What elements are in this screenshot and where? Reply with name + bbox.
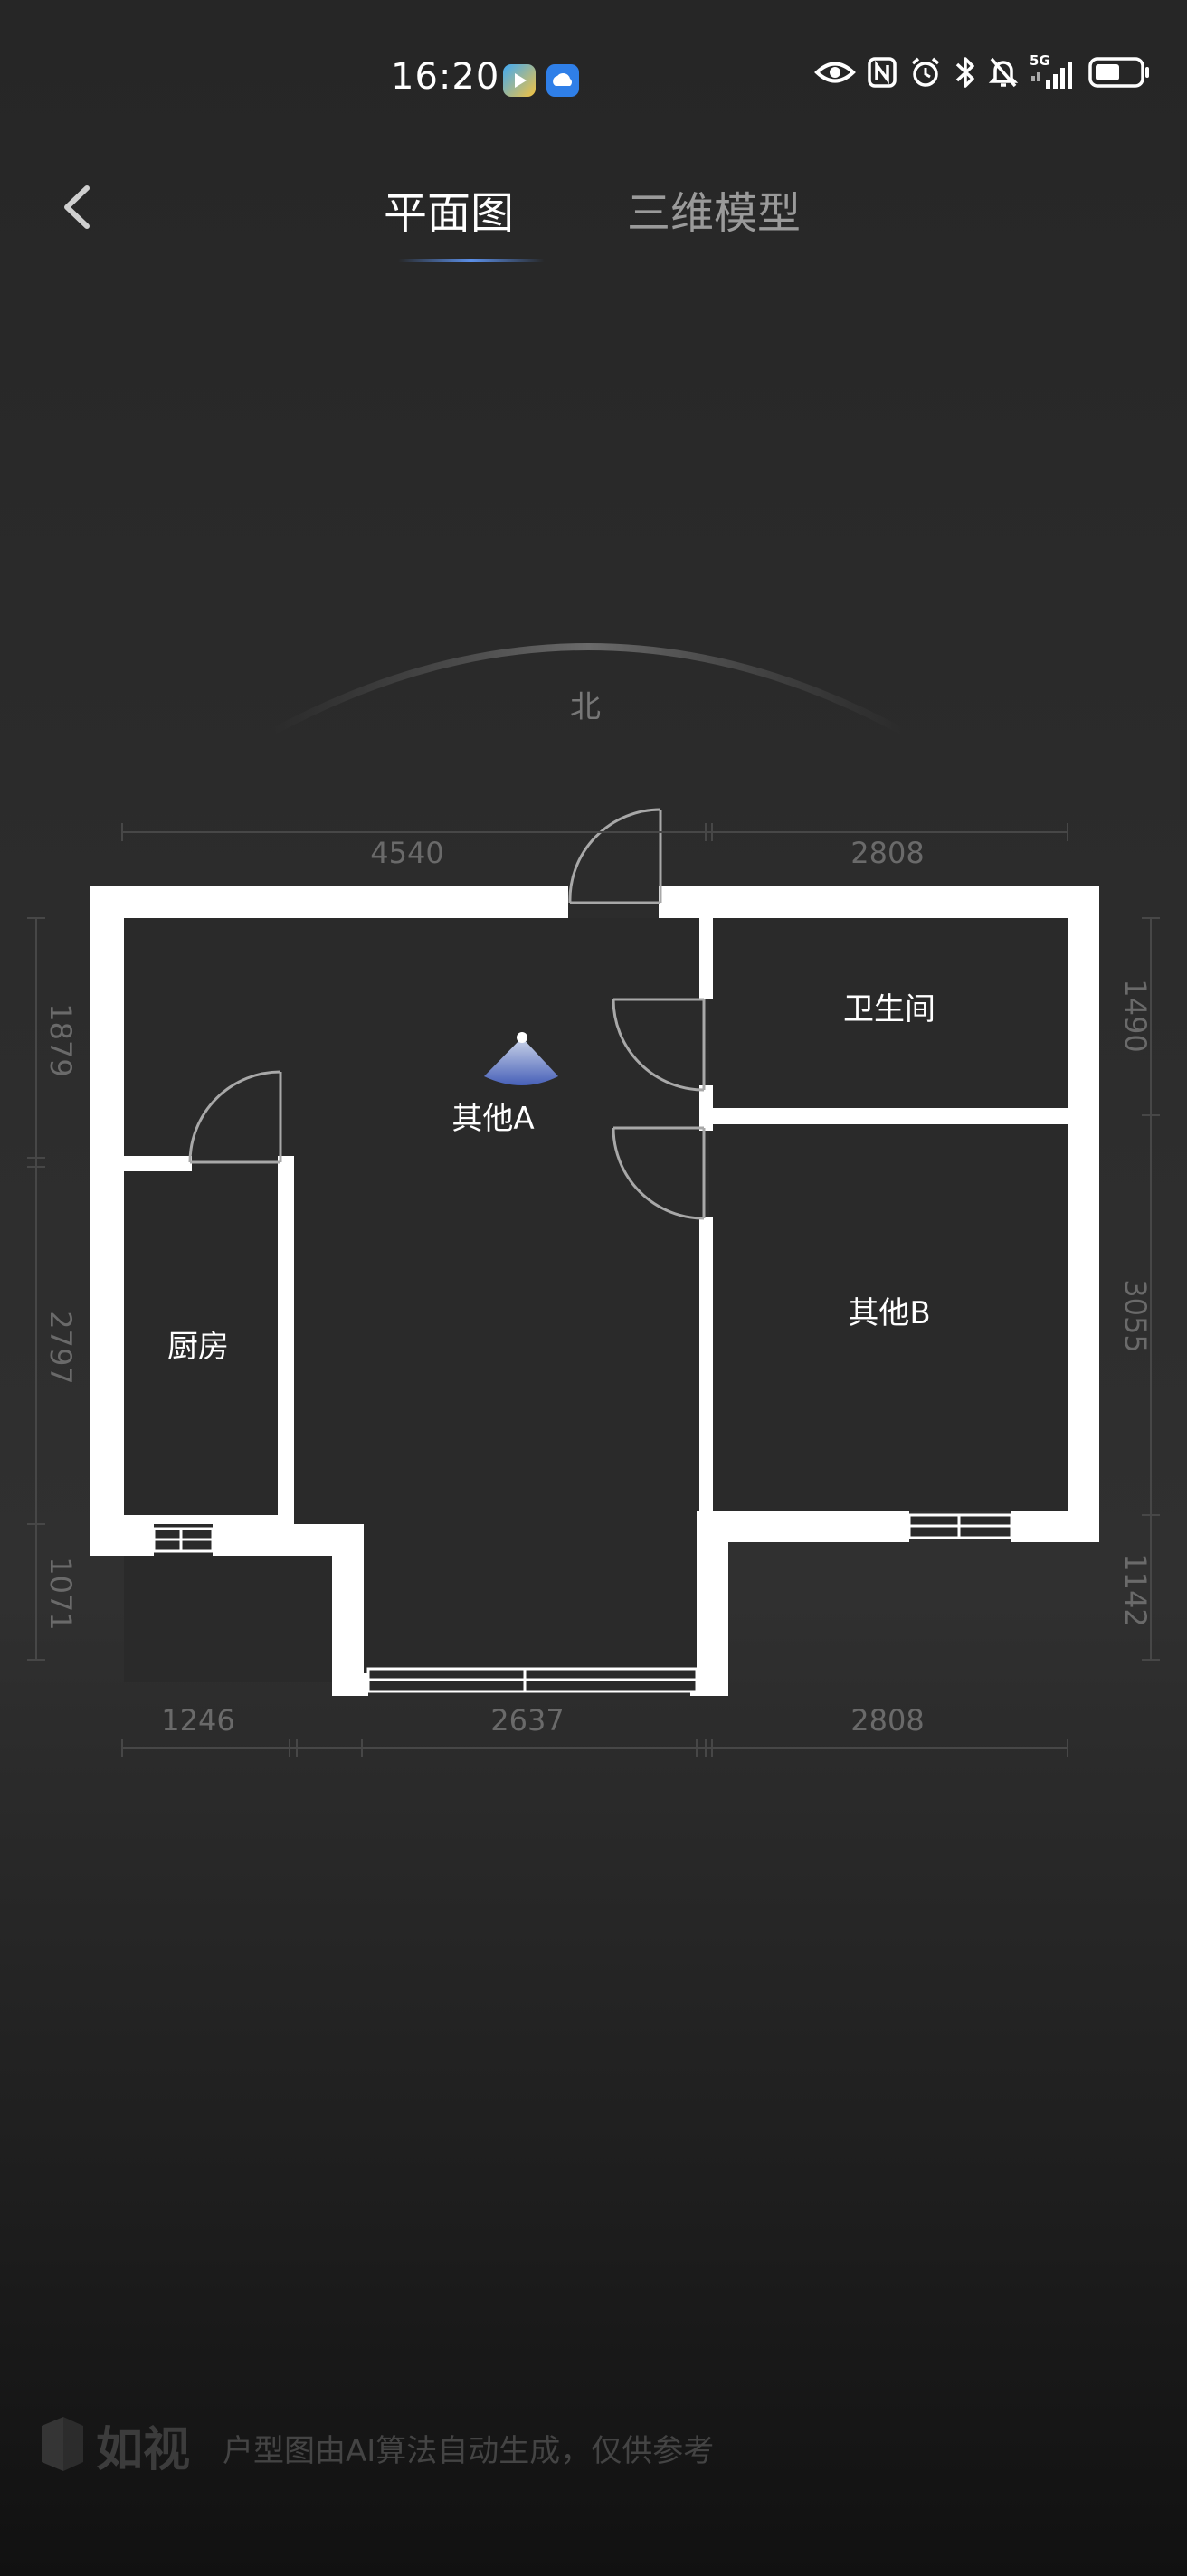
dim-left-3: 1071 (43, 1557, 78, 1630)
room-label-main: 其他A (451, 1101, 534, 1137)
room-label-kitchen: 厨房 (167, 1329, 229, 1365)
brand-logo: 如视 (36, 2413, 190, 2477)
cloud-app-icon (546, 64, 579, 97)
compass-north-label: 北 (570, 689, 601, 725)
bluetooth-icon (955, 57, 974, 88)
alarm-icon (911, 57, 940, 87)
floor-plan[interactable]: 北 其他A 卫生间 其他B 厨房 4540 2808 1246 2637 280… (0, 615, 1187, 1827)
dim-right-3: 1142 (1118, 1553, 1153, 1626)
nfc-icon (868, 57, 897, 88)
status-bar: 16:20 5G (0, 0, 1187, 163)
chevron-left-icon (64, 185, 90, 229)
mute-icon (988, 57, 1019, 88)
system-status-icons: 5G (814, 52, 1151, 90)
compass: 北 (270, 643, 907, 736)
room-label-bathroom: 卫生间 (843, 991, 935, 1028)
eye-icon (814, 62, 856, 83)
video-app-icon (503, 64, 536, 97)
brand-name: 如视 (96, 2422, 191, 2477)
dim-right-1: 1490 (1118, 979, 1153, 1052)
tab-3d-model[interactable]: 三维模型 (627, 177, 801, 241)
back-button[interactable] (52, 175, 103, 239)
battery-icon (1088, 57, 1149, 88)
brand-icon (42, 2417, 83, 2471)
dim-left-2: 2797 (43, 1311, 78, 1384)
dim-top-2: 2808 (850, 836, 924, 870)
active-tab-indicator (398, 259, 545, 262)
ai-disclaimer: 户型图由AI算法自动生成，仅供参考 (223, 2433, 715, 2469)
navigation-bar (0, 163, 1187, 298)
tab-floor-plan[interactable]: 平面图 (384, 177, 514, 241)
dim-bottom-1: 1246 (161, 1703, 234, 1738)
dim-bottom-2: 2637 (490, 1703, 564, 1738)
dim-top-1: 4540 (370, 836, 443, 870)
dim-left-1: 1879 (43, 1003, 78, 1076)
dim-right-2: 3055 (1118, 1279, 1153, 1352)
clock: 16:20 (391, 56, 500, 98)
signal-icon: 5G (1030, 52, 1077, 90)
room-label-room-b: 其他B (848, 1295, 930, 1331)
dim-bottom-3: 2808 (850, 1703, 924, 1738)
